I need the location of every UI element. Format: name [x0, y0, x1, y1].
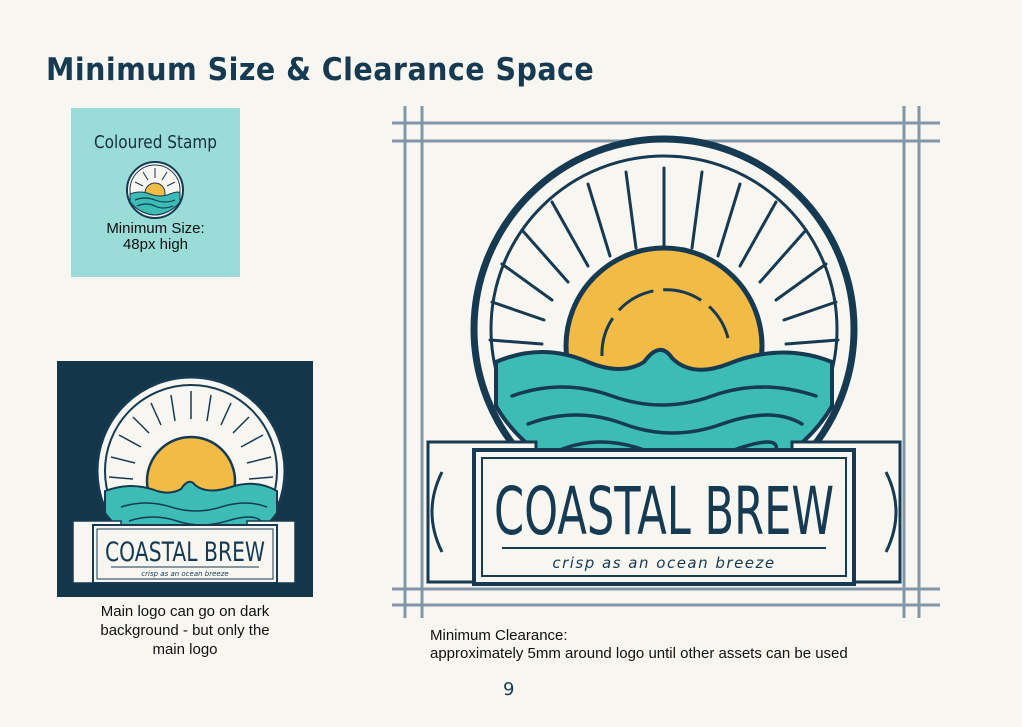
- dark-caption: Main logo can go on dark background - bu…: [70, 602, 300, 659]
- page-title: Minimum Size & Clearance Space: [46, 52, 595, 88]
- dark-caption-line3: main logo: [152, 641, 218, 658]
- stamp-min-line2: 48px high: [122, 236, 189, 253]
- dark-background-panel: COASTAL BREW crisp as an ocean breeze: [57, 361, 313, 597]
- dark-logo-name: COASTAL BREW: [105, 537, 265, 568]
- stamp-minimum-size: Minimum Size: 48px high: [71, 221, 240, 253]
- clearance-logo-diagram: COASTAL BREW crisp as an ocean breeze: [392, 106, 940, 618]
- dark-caption-line1: Main logo can go on dark: [100, 603, 270, 620]
- stamp-heading: Coloured Stamp: [93, 132, 217, 153]
- clearance-caption-line2: approximately 5mm around logo until othe…: [430, 645, 848, 662]
- dark-logo-icon: COASTAL BREW crisp as an ocean breeze: [72, 375, 296, 584]
- stamp-min-line1: Minimum Size:: [106, 220, 205, 237]
- dark-logo-tagline: crisp as an ocean breeze: [141, 570, 228, 578]
- clearance-caption-line1: Minimum Clearance:: [430, 627, 568, 644]
- page-number: 9: [503, 679, 515, 700]
- big-logo-tagline: crisp as an ocean breeze: [552, 554, 775, 572]
- dark-caption-line2: background - but only the: [100, 622, 270, 639]
- big-logo-name: COASTAL BREW: [494, 473, 834, 550]
- stamp-logo-icon: [126, 161, 184, 219]
- coloured-stamp-panel: Coloured Stamp Minimum Size: 48px high: [71, 108, 240, 277]
- clearance-caption: Minimum Clearance: approximately 5mm aro…: [430, 627, 848, 663]
